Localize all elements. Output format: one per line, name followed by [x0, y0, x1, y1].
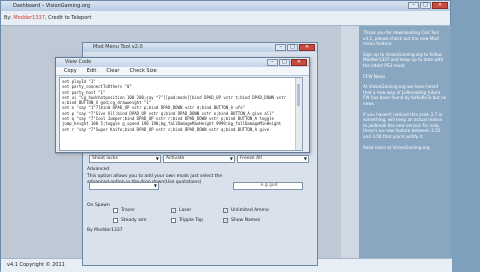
mod-menu-title: Mod Menu Tool v2.0 [93, 44, 143, 50]
code-line: set r "say ^7"Super Knife;bind DPAD_UP v… [62, 126, 270, 132]
checkbox-label: Unlimited Ammo [231, 208, 269, 213]
menu-check-size[interactable]: Check Size [129, 67, 156, 75]
dropdown-value: Shoot locks [92, 156, 118, 161]
window-controls: – □ ✕ [408, 2, 448, 9]
mod-footer: By Modder1337 [87, 228, 123, 233]
vertical-scrollbar[interactable] [295, 78, 302, 150]
window-controls: – □ ✕ [275, 44, 315, 51]
minimize-button[interactable]: – [275, 44, 286, 51]
steady-aim-checkbox[interactable]: Steady aim [113, 218, 147, 223]
show-names-checkbox[interactable]: ✓ Show Names [223, 218, 260, 223]
menu-clear[interactable]: Clear [106, 67, 119, 75]
news-link[interactable]: Read more at VisionGaming.org [363, 145, 447, 151]
author-link[interactable]: Modder1337 [13, 15, 45, 21]
menu-edit[interactable]: Edit [87, 67, 97, 75]
advanced-dropdown[interactable]: ▼ [89, 182, 159, 190]
minimize-button[interactable]: – [408, 2, 419, 9]
check-icon: ✓ [171, 208, 176, 213]
unlimited-ammo-checkbox[interactable]: ✓ Unlimited Ammo [223, 208, 269, 213]
view-code-window: View Code – □ ✕ Copy Edit Clear Check Si… [55, 57, 310, 153]
advanced-label: Advanced [87, 167, 110, 172]
chevron-down-icon: ▼ [155, 156, 159, 161]
window-controls: – □ ✕ [267, 59, 307, 66]
chevron-down-icon: ▼ [153, 183, 157, 188]
advanced-input[interactable]: e.g god [233, 182, 303, 190]
credits-bar: By: Modder1337, Credit to Teleport [1, 11, 450, 26]
mod-menu-titlebar[interactable]: Mod Menu Tool v2.0 – □ ✕ [83, 43, 317, 52]
code-textarea[interactable]: set playId "1" set party_connectToOthers… [59, 77, 303, 151]
news-panel: Thank you for downloading Cod Tool v4.1,… [359, 26, 451, 258]
view-code-titlebar[interactable]: View Code – □ ✕ [56, 58, 309, 67]
checkbox-label: Tripple Tap [179, 218, 203, 223]
check-icon: ✓ [223, 218, 228, 223]
tracer-checkbox[interactable]: Tracer [113, 208, 135, 213]
news-heading: CFW News [363, 73, 386, 79]
news-paragraph: At VisionGaming.org we have heard that a… [363, 84, 447, 106]
dropdown-value: Activate [166, 156, 185, 161]
checkbox-box [113, 218, 118, 223]
checkbox-box [113, 208, 118, 213]
maximize-button[interactable]: □ [420, 2, 431, 9]
maximize-button[interactable]: □ [279, 59, 290, 66]
checkbox-box [171, 218, 176, 223]
close-button[interactable]: ✕ [291, 59, 307, 66]
laser-checkbox[interactable]: ✓ Laser [171, 208, 191, 213]
menu-copy[interactable]: Copy [64, 67, 77, 75]
tripple-tap-checkbox[interactable]: Tripple Tap [171, 218, 203, 223]
by-label: By: [4, 15, 12, 21]
freeze-dropdown[interactable]: Freeze All ▼ [237, 155, 309, 163]
checkbox-label: Show Names [231, 218, 261, 223]
code-line: jump_height 100 5;toggle g_speed 190 190… [62, 121, 282, 127]
view-code-title: View Code [65, 59, 92, 65]
on-spawn-label: On Spawn [87, 203, 110, 208]
chevron-down-icon: ▼ [229, 156, 233, 161]
checkbox-label: Laser [179, 208, 192, 213]
action-dropdown[interactable]: Activate ▼ [163, 155, 235, 163]
news-paragraph: Thank you for downloading Cod Tool v4.1,… [363, 30, 439, 47]
chevron-down-icon: ▼ [303, 156, 307, 161]
scrollbar-thumb[interactable] [297, 84, 300, 106]
close-button[interactable]: ✕ [299, 44, 315, 51]
news-paragraph: Sign up to VisionGaming.org to follow Mo… [363, 51, 444, 68]
close-button[interactable]: ✕ [432, 2, 448, 9]
check-icon: ✓ [223, 208, 228, 213]
copyright-text: v4.1 Copyright © 2011 [7, 262, 65, 268]
maximize-button[interactable]: □ [287, 44, 298, 51]
checkbox-label: Steady aim [121, 218, 147, 223]
dashboard-titlebar[interactable]: Dashboard – VisionGaming.org – □ ✕ [1, 1, 450, 11]
mod-select-dropdown[interactable]: Shoot locks ▼ [89, 155, 161, 163]
view-code-menubar: Copy Edit Clear Check Size [56, 67, 309, 76]
checkbox-label: Tracer [121, 208, 135, 213]
minimize-button[interactable]: – [267, 59, 278, 66]
credit-text: , Credit to Teleport [44, 15, 92, 21]
dropdown-value: Freeze All [240, 156, 262, 161]
dashboard-title: Dashboard – VisionGaming.org [13, 3, 91, 9]
news-paragraph: If you haven't noticed this code 3.7 or … [363, 111, 443, 139]
